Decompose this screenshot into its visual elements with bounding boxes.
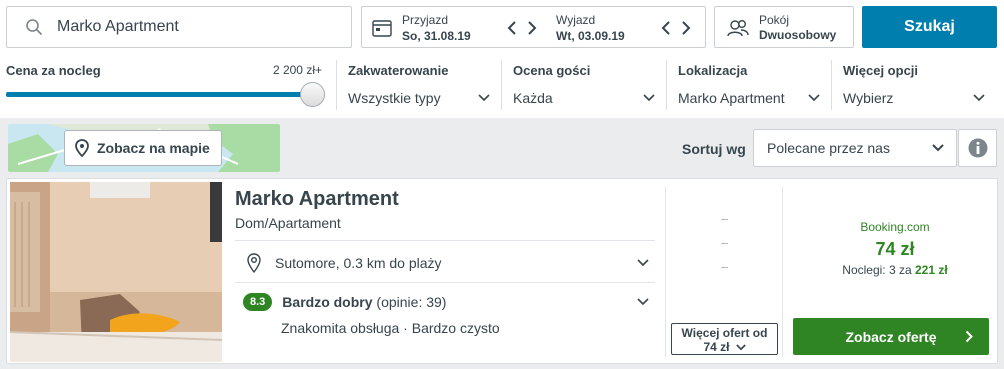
view-offer-label: Zobacz ofertę: [845, 328, 937, 345]
more-offers-label: Więcej ofert od: [681, 326, 768, 340]
more-options-label: Więcej opcji: [843, 63, 919, 78]
hotel-rating-row[interactable]: 8.3 Bardzo dobry (opinie: 39): [243, 293, 649, 311]
checkin-prev-icon[interactable]: [506, 19, 518, 37]
hotel-divider: [235, 240, 655, 241]
checkout-field[interactable]: Wyjazd Wt, 03.09.19: [556, 13, 625, 43]
hotel-location-row[interactable]: Sutomore, 0.3 km do plaży: [247, 251, 649, 275]
room-value: Dwuosobowy: [759, 28, 837, 42]
sort-select[interactable]: Polecane przez nas: [753, 129, 957, 167]
view-offer-button[interactable]: Zobacz ofertę: [793, 318, 989, 355]
rating-badge: 8.3: [243, 293, 273, 311]
location-label: Lokalizacja: [678, 63, 748, 78]
show-on-map-label: Zobacz na mapie: [97, 140, 210, 156]
search-input[interactable]: Marko Apartment: [6, 6, 352, 48]
filter-divider: [831, 60, 832, 110]
filter-divider: [501, 60, 502, 110]
map-pin-icon: [75, 139, 89, 157]
date-picker[interactable]: Przyjazd So, 31.08.19 Wyjazd Wt, 03.09.1…: [361, 6, 706, 48]
checkin-value: So, 31.08.19: [402, 29, 471, 43]
filter-divider: [336, 60, 337, 110]
chevron-down-icon: [932, 144, 944, 152]
price-max: 2 200 zł+: [272, 63, 322, 77]
chevron-down-icon: [478, 94, 490, 102]
hotel-photo-image: [10, 182, 222, 362]
location-value: Marko Apartment: [678, 90, 785, 106]
rating-word: Bardzo dobry: [282, 294, 373, 310]
more-offers-button[interactable]: Więcej ofert od 74 zł: [671, 323, 778, 355]
hotel-location: Sutomore, 0.3 km do plaży: [275, 255, 442, 271]
more-options-value: Wybierz: [843, 90, 894, 106]
search-button[interactable]: Szukaj: [862, 6, 997, 48]
hotel-type: Dom/Apartament: [235, 215, 341, 231]
location-filter[interactable]: Lokalizacja Marko Apartment: [678, 60, 820, 110]
accommodation-filter[interactable]: Zakwaterowanie Wszystkie typy: [348, 60, 490, 110]
room-label: Pokój: [759, 13, 790, 27]
chevron-down-icon: [637, 298, 649, 306]
price-filter: Cena za nocleg 2 200 zł+: [6, 60, 325, 110]
hotel-card: Marko Apartment Dom/Apartament Sutomore,…: [6, 178, 998, 364]
accommodation-value: Wszystkie typy: [348, 90, 441, 106]
search-value: Marko Apartment: [57, 18, 179, 35]
rating-filter[interactable]: Ocena gości Każda: [513, 60, 655, 110]
checkin-next-icon[interactable]: [526, 19, 538, 37]
info-icon: [968, 138, 987, 158]
card-divider: [782, 187, 783, 357]
checkin-field[interactable]: Przyjazd So, 31.08.19: [402, 13, 471, 43]
price-label: Cena za nocleg: [6, 63, 101, 78]
chevron-down-icon: [643, 94, 655, 102]
checkout-prev-icon[interactable]: [660, 19, 672, 37]
calendar-icon: [372, 20, 392, 37]
card-divider: [665, 187, 666, 357]
offer-price: 74 zł: [875, 239, 915, 259]
rating-highlights: Znakomita obsługa · Bardzo czysto: [281, 320, 500, 336]
chevron-right-icon: [965, 330, 973, 343]
hotel-divider: [235, 282, 655, 283]
chevron-down-icon: [973, 94, 985, 102]
hotel-name[interactable]: Marko Apartment: [235, 188, 399, 211]
nights-prefix: Noclegi: 3 za: [842, 263, 912, 277]
sort-label: Sortuj wg: [682, 141, 746, 157]
more-options-filter[interactable]: Więcej opcji Wybierz: [843, 60, 985, 110]
show-on-map-button[interactable]: Zobacz na mapie: [64, 130, 222, 166]
nights-total: 221 zł: [915, 263, 948, 277]
chevron-down-icon: [735, 343, 746, 350]
checkin-label: Przyjazd: [402, 13, 449, 27]
price-slider-handle[interactable]: [300, 82, 325, 107]
hotel-photo[interactable]: [10, 182, 222, 362]
checkout-value: Wt, 03.09.19: [556, 29, 625, 43]
sort-value: Polecane przez nas: [767, 140, 890, 156]
filter-divider: [666, 60, 667, 110]
chevron-down-icon: [808, 94, 820, 102]
rating-value: Każda: [513, 90, 553, 106]
offer-placeholders: [721, 219, 731, 291]
guests-icon: [727, 20, 749, 37]
price-slider-track[interactable]: [6, 92, 312, 97]
offer-provider: Booking.com: [860, 220, 930, 234]
chevron-down-icon: [637, 259, 649, 267]
search-icon: [26, 19, 43, 36]
checkout-next-icon[interactable]: [680, 19, 692, 37]
rating-label: Ocena gości: [513, 63, 591, 78]
rating-count: (opinie: 39): [376, 294, 447, 310]
checkout-label: Wyjazd: [556, 13, 596, 27]
more-offers-price: 74 zł: [703, 340, 730, 354]
location-pin-icon: [247, 253, 261, 273]
room-selector[interactable]: Pokój Dwuosobowy: [714, 6, 854, 48]
accommodation-label: Zakwaterowanie: [348, 63, 449, 78]
offer-nights: Noclegi: 3 za 221 zł: [797, 263, 993, 277]
sort-info-button[interactable]: [958, 129, 997, 167]
